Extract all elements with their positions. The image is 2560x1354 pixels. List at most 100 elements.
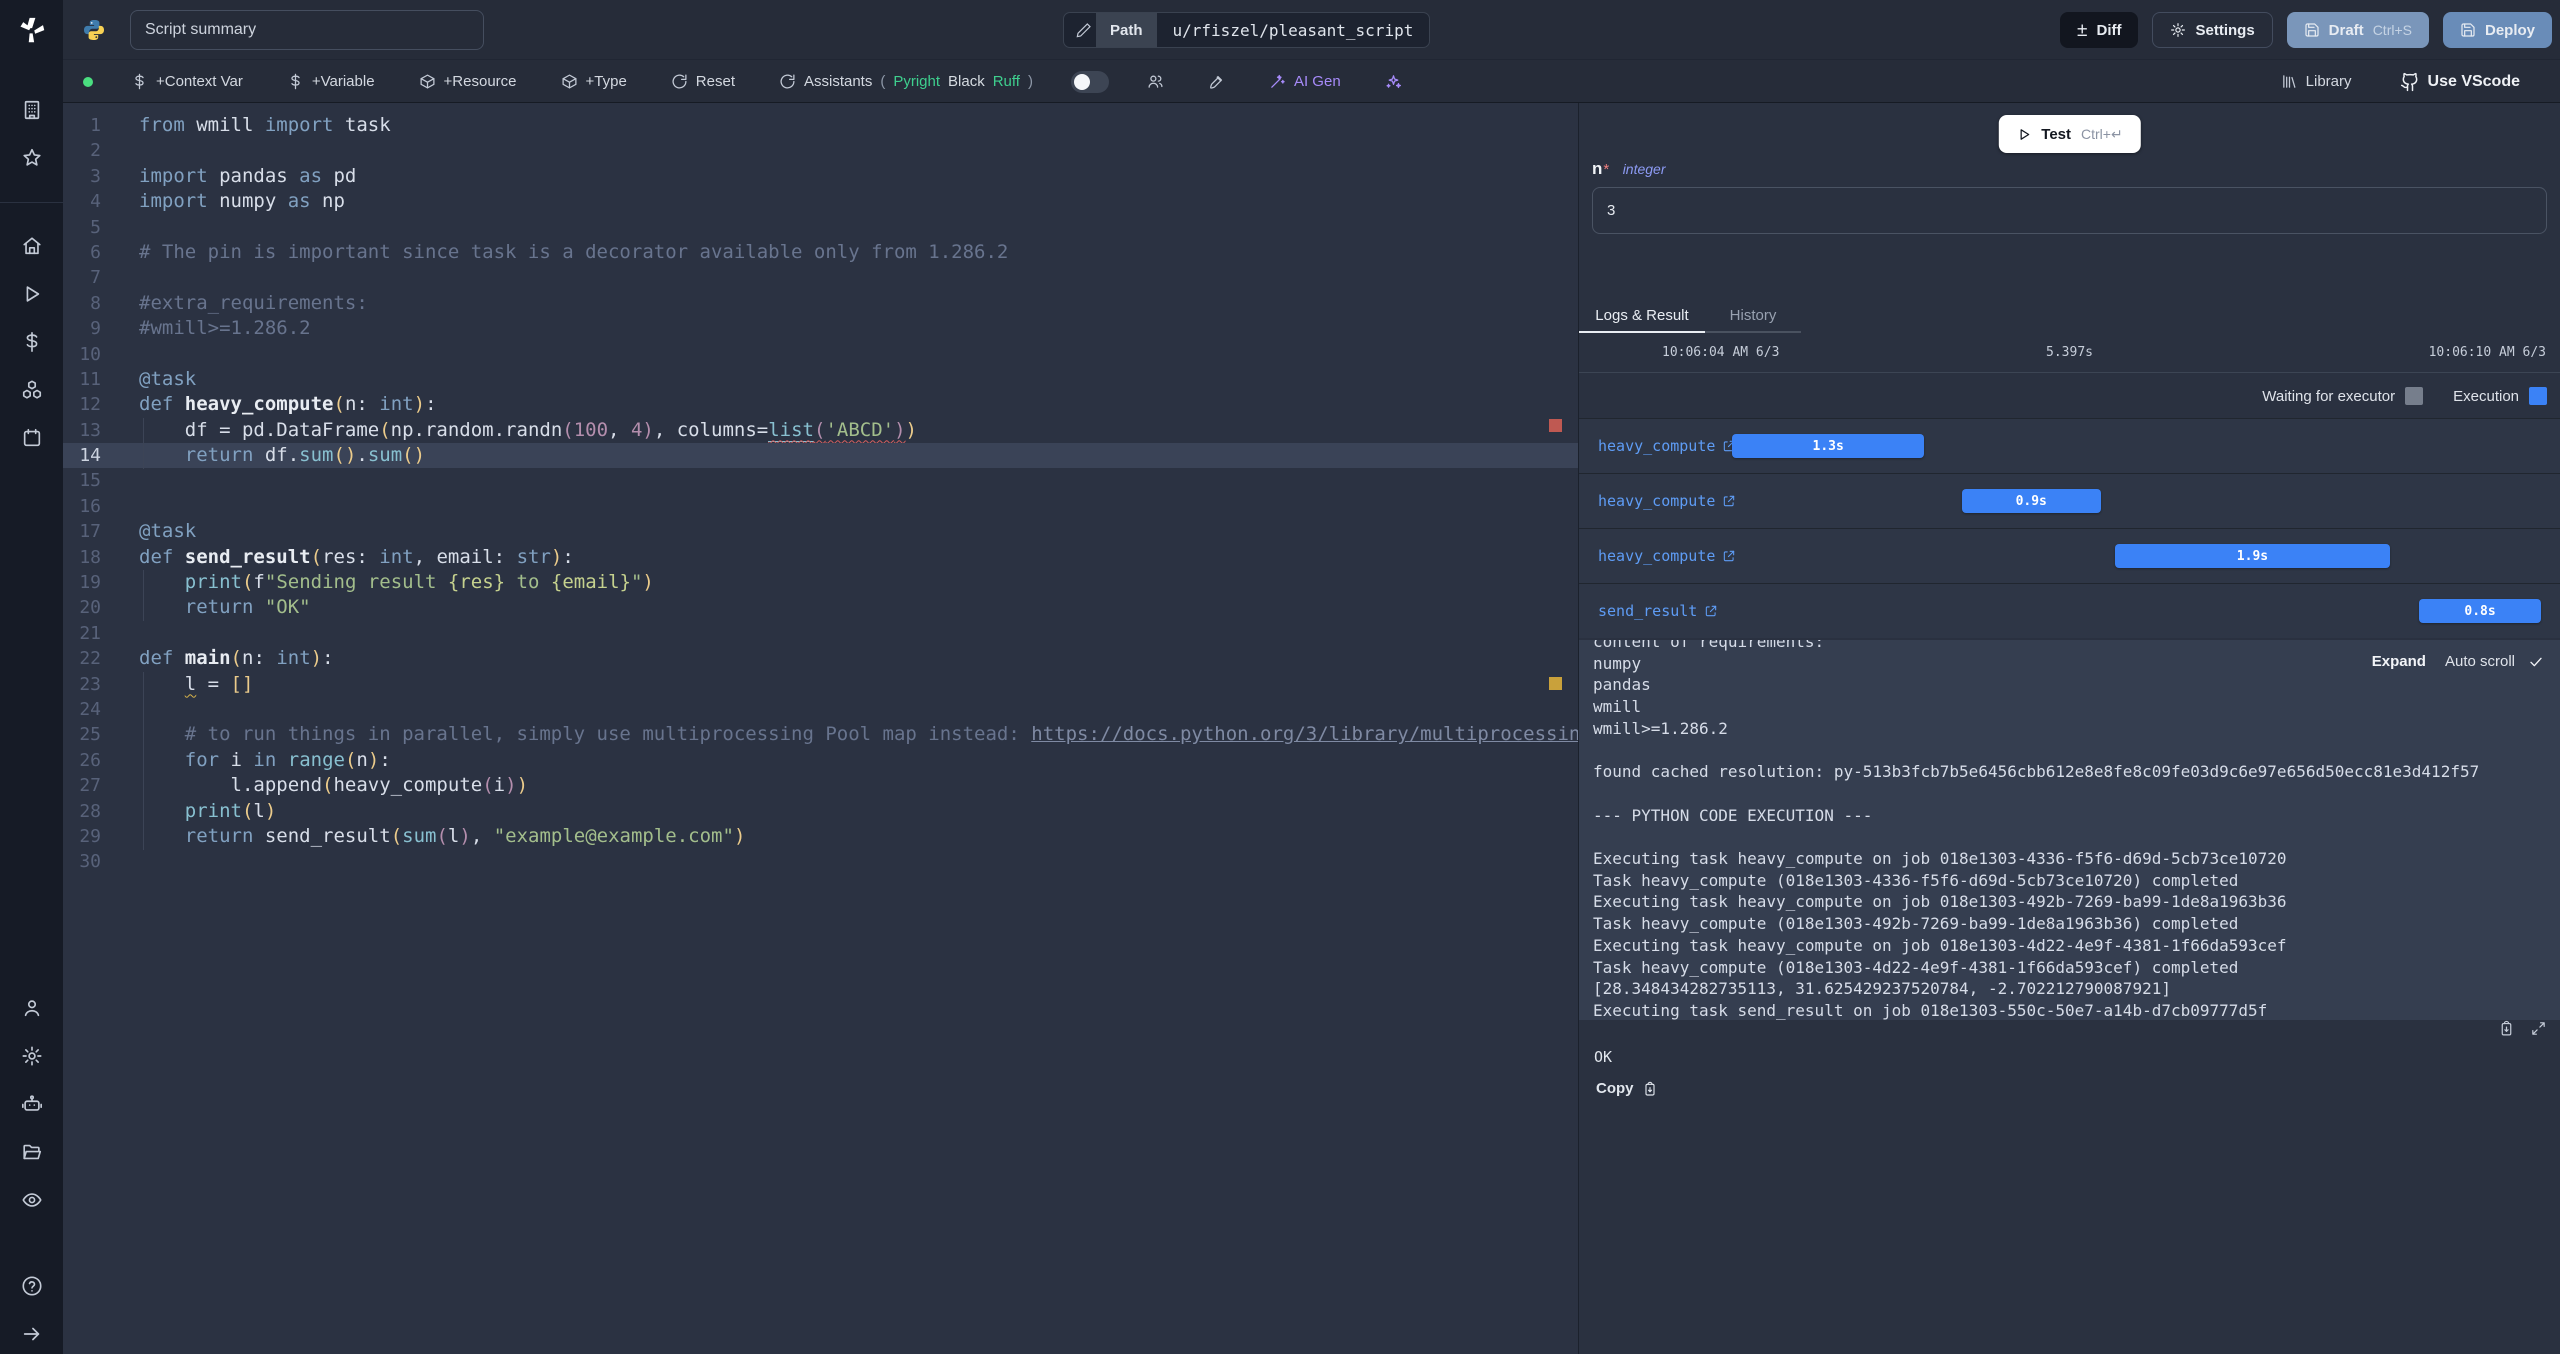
line-number: 26: [79, 749, 101, 771]
script-summary-input[interactable]: [130, 9, 484, 50]
code-line-26: 26 for i in range(n):: [63, 748, 1578, 773]
ai-gen-button[interactable]: AI Gen: [1263, 72, 1347, 91]
code-line-5: 5: [63, 215, 1578, 240]
add-resource-button[interactable]: +Resource: [413, 72, 523, 91]
tab-logs-result[interactable]: Logs & Result: [1579, 300, 1705, 333]
job-link-heavy_compute[interactable]: heavy_compute: [1592, 491, 1742, 511]
python-icon: [82, 18, 106, 42]
line-number: 24: [79, 698, 101, 720]
sidebar-item-star[interactable]: [0, 134, 63, 182]
job-link-heavy_compute[interactable]: heavy_compute: [1592, 436, 1742, 456]
windmill-logo[interactable]: [0, 0, 63, 60]
code-editor[interactable]: 1 from wmill import task 2 3 import pandas a…: [63, 103, 1578, 1354]
folder-icon: [22, 1144, 41, 1160]
external-link-icon: [1724, 495, 1735, 507]
sidebar-item-cubes[interactable]: [0, 366, 63, 414]
line-number: 8: [90, 292, 101, 314]
assistants-paren-open: (: [880, 73, 886, 90]
editor-toolbar: +Context Var +Variable +Resource +Type R…: [63, 61, 2560, 103]
sidebar-item-play[interactable]: [0, 270, 63, 318]
code-line-28: 28 print(l): [63, 799, 1578, 824]
sidebar: [0, 0, 63, 1354]
error-marker: [1549, 419, 1562, 432]
settings-button[interactable]: Settings: [2152, 12, 2273, 48]
check-icon[interactable]: [2528, 654, 2544, 670]
tab-history[interactable]: History: [1705, 300, 1801, 333]
line-number: 20: [79, 597, 101, 619]
topbar: Path u/rfiszel/pleasant_script ± Diff Se…: [63, 0, 2560, 60]
line-number: 25: [79, 724, 101, 746]
job-link-send_result[interactable]: send_result: [1592, 601, 1724, 621]
code-line-4: 4 import numpy as np: [63, 189, 1578, 214]
sidebar-item-help[interactable]: [0, 1262, 63, 1310]
test-button[interactable]: Test Ctrl+↵: [1998, 115, 2141, 153]
diff-button[interactable]: ± Diff: [2060, 12, 2139, 48]
sidebar-item-calendar[interactable]: [0, 414, 63, 462]
line-number: 1: [90, 115, 101, 136]
gantt-row-send_result: send_result 0.8s: [1579, 583, 2560, 638]
eye-icon: [21, 1193, 42, 1207]
multiplayer-button[interactable]: [1141, 72, 1170, 91]
line-number: 17: [79, 521, 101, 543]
sidebar-item-robot[interactable]: [0, 1080, 63, 1128]
legend-waiting-label: Waiting for executor: [2262, 387, 2396, 405]
execution-gantt: heavy_compute 1.3s heavy_compute 0.9s heavy_…: [1579, 418, 2560, 638]
result-actions: [2498, 1020, 2547, 1037]
draft-button[interactable]: Draft Ctrl+S: [2286, 12, 2429, 48]
format-button[interactable]: [1202, 72, 1231, 91]
building-icon: [24, 100, 39, 120]
code-line-11: 11 @task: [63, 367, 1578, 392]
path-chip[interactable]: Path u/rfiszel/pleasant_script: [1063, 12, 1431, 48]
sidebar-item-building[interactable]: [0, 86, 63, 134]
line-number: 23: [79, 673, 101, 695]
use-vscode-button[interactable]: Use VScode: [2394, 71, 2526, 93]
refresh-icon: [672, 74, 687, 89]
execution-bar[interactable]: 1.3s: [1732, 434, 1925, 458]
home-icon: [22, 237, 41, 255]
reset-button[interactable]: Reset: [665, 72, 741, 91]
sidebar-item-user[interactable]: [0, 984, 63, 1032]
code-line-12: 12 def heavy_compute(n: int):: [63, 392, 1578, 417]
sidebar-item-dollar[interactable]: [0, 318, 63, 366]
code-line-6: 6 # The pin is important since task is a …: [63, 240, 1578, 265]
sidebar-item-folder[interactable]: [0, 1128, 63, 1176]
expand-logs-button[interactable]: Expand: [2366, 652, 2432, 671]
test-shortcut: Ctrl+↵: [2081, 125, 2123, 142]
log-line: wmill: [1593, 697, 1642, 717]
code-line-16: 16: [63, 494, 1578, 519]
add-type-button[interactable]: +Type: [555, 72, 633, 91]
execution-bar[interactable]: 0.9s: [1961, 489, 2101, 513]
code-line-23: 23 l = []: [63, 672, 1578, 697]
assistants-button[interactable]: Assistants (Pyright Black Ruff): [773, 72, 1039, 91]
code-line-14: 14 return df.sum().sum(): [63, 443, 1578, 469]
code-line-24: 24: [63, 697, 1578, 722]
assistant-ruff: Ruff: [992, 73, 1020, 90]
sidebar-item-home[interactable]: [0, 222, 63, 270]
log-line: found cached resolution: py-513b3fcb7b5e…: [1593, 762, 2480, 782]
add-context-var-button[interactable]: +Context Var: [125, 72, 249, 91]
copy-result-button[interactable]: [2498, 1020, 2515, 1037]
line-number: 6: [90, 241, 101, 263]
execution-bar[interactable]: 0.8s: [2418, 599, 2542, 623]
arg-n-input[interactable]: [1592, 187, 2547, 234]
execution-bar[interactable]: 1.9s: [2114, 544, 2391, 568]
save-icon: [2461, 23, 2475, 37]
job-link-heavy_compute[interactable]: heavy_compute: [1592, 546, 1742, 566]
code-line-2: 2: [63, 138, 1578, 163]
diff-mode-toggle[interactable]: [1070, 70, 1109, 93]
copy-button[interactable]: Copy: [1589, 1075, 1665, 1102]
sidebar-item-arrow-right[interactable]: [0, 1310, 63, 1354]
log-line: content of requirements:: [1593, 640, 1825, 651]
log-line: pandas: [1593, 675, 1651, 695]
add-variable-button[interactable]: +Variable: [281, 72, 381, 91]
code-line-15: 15: [63, 468, 1578, 493]
sidebar-item-gear[interactable]: [0, 1032, 63, 1080]
sidebar-item-eye[interactable]: [0, 1176, 63, 1224]
ai-sparkles-button[interactable]: [1379, 72, 1408, 91]
deploy-button[interactable]: Deploy: [2442, 12, 2552, 48]
arg-required-mark: *: [1603, 161, 1610, 178]
clipboard-icon: [2501, 1020, 2512, 1036]
library-button[interactable]: Library: [2275, 72, 2358, 91]
fullscreen-result-button[interactable]: [2530, 1020, 2547, 1037]
